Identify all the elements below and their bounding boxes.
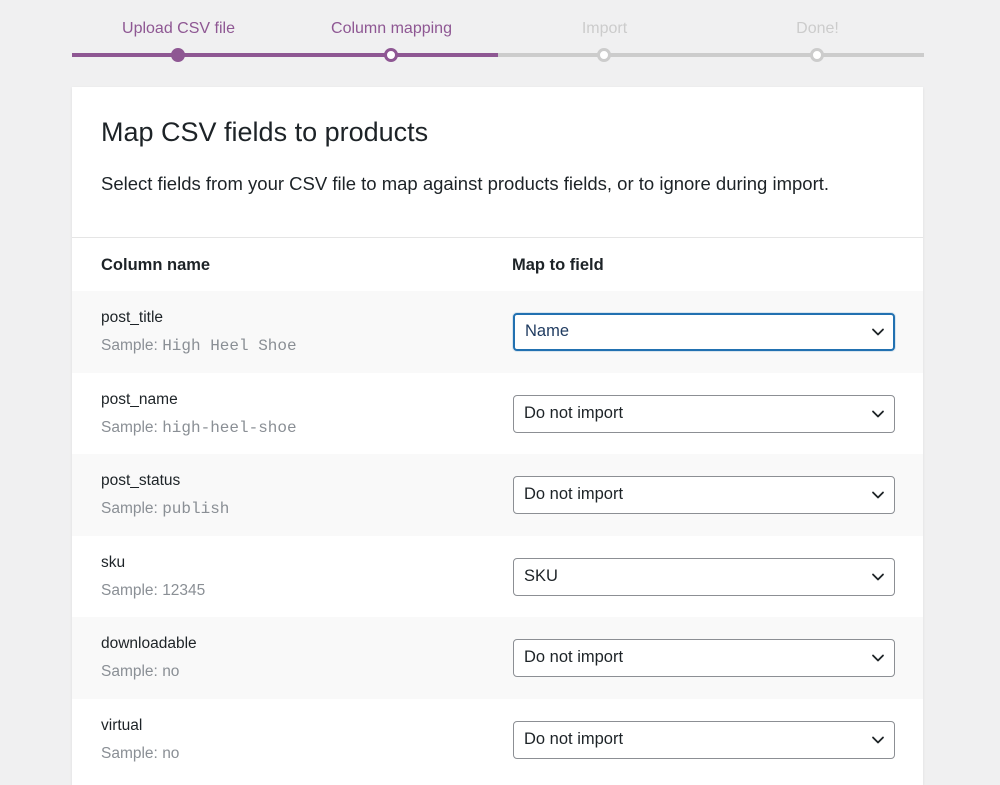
selected-field-value: Do not import — [524, 648, 624, 667]
mapping-rows: post_title Sample: High Heel Shoe Name post… — [72, 291, 923, 781]
step-label: Done! — [796, 20, 839, 37]
step-label: Column mapping — [331, 20, 452, 37]
csv-column-name: virtual — [101, 716, 143, 734]
csv-column-sample: Sample: 12345 — [101, 582, 205, 600]
mapping-row-sku: sku Sample: 12345 SKU — [72, 536, 923, 618]
selected-field-value: Name — [525, 322, 570, 340]
csv-column-name: post_status — [101, 472, 181, 490]
page-description: Select fields from your CSV file to map … — [101, 173, 830, 194]
card-header: Map CSV fields to products Select fields… — [72, 87, 923, 238]
map-field-select[interactable]: Do not import — [513, 639, 895, 678]
sample-value: publish — [162, 500, 230, 519]
step-label: Import — [581, 20, 628, 37]
csv-column-sample: Sample: no — [101, 745, 179, 763]
sample-prefix: Sample: — [101, 744, 158, 762]
csv-column-sample: Sample: High Heel Shoe — [101, 337, 297, 355]
map-field-select[interactable]: Do not import — [513, 720, 895, 759]
step-dot — [810, 48, 824, 62]
chevron-down-icon — [870, 406, 886, 422]
csv-column-sample: Sample: high-heel-shoe — [101, 419, 297, 437]
column-name-header: Column name — [101, 256, 211, 274]
progress-steps: Upload CSV file Column mapping Import Do… — [72, 0, 924, 70]
selected-field-value: Do not import — [524, 485, 624, 504]
chevron-down-icon — [870, 324, 886, 340]
step-dot — [171, 48, 185, 62]
csv-column-sample: Sample: publish — [101, 500, 229, 518]
step-dot — [597, 48, 611, 62]
sample-prefix: Sample: — [101, 581, 158, 599]
table-header: Column name Map to field — [72, 238, 923, 291]
map-field-select[interactable]: Do not import — [513, 394, 895, 433]
mapping-row-downloadable: downloadable Sample: no Do not import — [72, 617, 923, 699]
chevron-down-icon — [870, 732, 886, 748]
selected-field-value: Do not import — [524, 729, 624, 748]
csv-column-name: sku — [101, 553, 126, 571]
sample-value: no — [162, 744, 180, 762]
sample-value: High Heel Shoe — [162, 337, 297, 355]
chevron-down-icon — [870, 650, 886, 666]
chevron-down-icon — [870, 569, 886, 585]
step-dot — [384, 48, 398, 62]
map-field-select[interactable]: Do not import — [513, 476, 895, 515]
csv-column-name: post_title — [101, 309, 164, 326]
sample-prefix: Sample: — [101, 418, 158, 436]
chevron-down-icon — [870, 487, 886, 503]
mapping-row-virtual: virtual Sample: no Do not import — [72, 699, 923, 781]
map-field-select[interactable]: SKU — [513, 557, 895, 596]
step-done: Done! — [711, 0, 924, 70]
sample-prefix: Sample: — [101, 500, 158, 518]
selected-field-value: SKU — [524, 566, 558, 585]
sample-value: 12345 — [162, 581, 206, 599]
map-to-field-header: Map to field — [512, 256, 604, 274]
sample-value: no — [162, 663, 180, 681]
mapping-row-post-title: post_title Sample: High Heel Shoe Name — [72, 291, 923, 373]
csv-column-name: post_name — [101, 390, 178, 408]
mapping-card: Map CSV fields to products Select fields… — [72, 87, 923, 785]
step-label: Upload CSV file — [122, 20, 235, 37]
sample-value: high-heel-shoe — [162, 418, 297, 437]
csv-column-sample: Sample: no — [101, 663, 179, 681]
selected-field-value: Do not import — [524, 403, 624, 422]
csv-column-name: downloadable — [101, 635, 197, 653]
mapping-row-post-status: post_status Sample: publish Do not import — [72, 454, 923, 536]
mapping-row-post-name: post_name Sample: high-heel-shoe Do not im… — [72, 373, 923, 455]
page-title: Map CSV fields to products — [101, 117, 429, 147]
step-import: Import — [498, 0, 711, 70]
step-column-mapping: Column mapping — [285, 0, 498, 70]
step-upload-csv: Upload CSV file — [72, 0, 285, 70]
sample-prefix: Sample: — [101, 337, 158, 354]
map-field-select[interactable]: Name — [513, 313, 895, 351]
sample-prefix: Sample: — [101, 663, 158, 681]
